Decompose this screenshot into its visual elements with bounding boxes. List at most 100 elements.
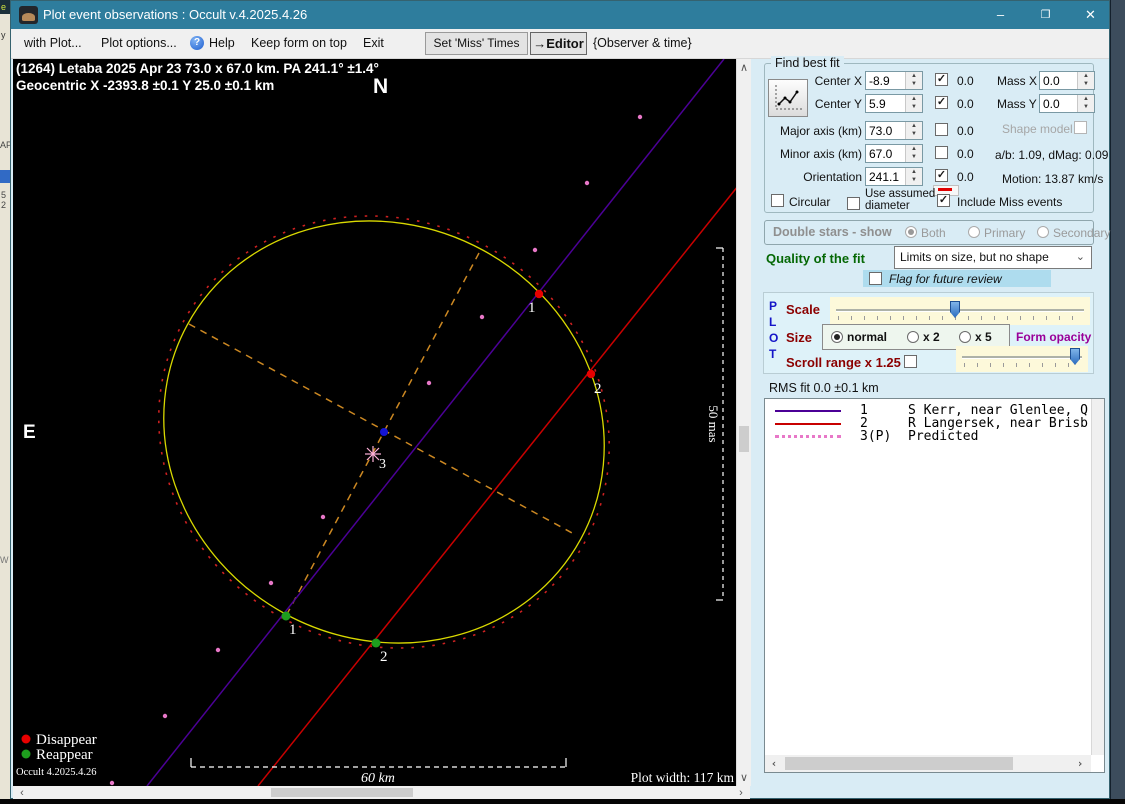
size-x5-radio[interactable] bbox=[959, 331, 971, 343]
mass-x-label: Mass X bbox=[997, 74, 1037, 88]
ab-dmag-label: a/b: 1.09, dMag: 0.09 bbox=[995, 148, 1108, 162]
menu-exit[interactable]: Exit bbox=[363, 36, 384, 50]
shape-model-checkbox[interactable] bbox=[1074, 121, 1087, 134]
center-x-fix-checkbox[interactable]: ✓ bbox=[935, 73, 948, 86]
minor-axis-updown[interactable]: ▲▼ bbox=[905, 145, 922, 162]
size-x2-label: x 2 bbox=[923, 330, 940, 344]
center-y-updown[interactable]: ▲▼ bbox=[905, 95, 922, 112]
size-label: Size bbox=[786, 330, 812, 345]
plot-title-line2: Geocentric X -2393.8 ±0.1 Y 25.0 ±0.1 km bbox=[16, 78, 274, 93]
quality-value: Limits on size, but no shape bbox=[900, 250, 1049, 264]
scroll-right-arrow[interactable]: › bbox=[734, 786, 748, 800]
titlebar: Plot event observations : Occult v.4.202… bbox=[11, 1, 1109, 29]
reappear-marker-2 bbox=[372, 639, 381, 648]
center-x-label: Center X bbox=[767, 74, 862, 88]
include-miss-checkbox[interactable]: ✓ bbox=[937, 194, 950, 207]
list-scroll-left-arrow[interactable]: ‹ bbox=[767, 757, 781, 771]
center-y-fix-checkbox[interactable]: ✓ bbox=[935, 96, 948, 109]
menubar: with Plot... Plot options... ? Help Keep… bbox=[11, 29, 1109, 59]
center-y-input[interactable] bbox=[866, 95, 909, 112]
quality-label: Quality of the fit bbox=[766, 251, 865, 266]
set-miss-times-button[interactable]: Set 'Miss' Times bbox=[425, 32, 528, 55]
orientation-input[interactable] bbox=[866, 168, 909, 185]
mass-x-spinner[interactable]: ▲▼ bbox=[1039, 71, 1095, 90]
menu-keep-on-top[interactable]: Keep form on top bbox=[251, 36, 347, 50]
orientation-fix-checkbox[interactable]: ✓ bbox=[935, 169, 948, 182]
mass-x-input[interactable] bbox=[1040, 72, 1081, 89]
occultation-plot[interactable]: 3 1 2 1 2 (1264) Letaba 2025 Apr 23 73.0… bbox=[13, 59, 736, 786]
maximize-button[interactable]: ❐ bbox=[1023, 1, 1068, 29]
scroll-left-arrow[interactable]: ‹ bbox=[15, 786, 29, 800]
quality-dropdown[interactable]: Limits on size, but no shape ⌄ bbox=[894, 246, 1092, 269]
observations-listbox[interactable]: 1 S Kerr, near Glenlee, Q 2 R Langersek,… bbox=[764, 398, 1105, 773]
scroll-up-arrow[interactable]: ∧ bbox=[737, 61, 751, 75]
plot-width-label: Plot width: 117 km bbox=[631, 770, 735, 785]
menu-with-plot[interactable]: with Plot... bbox=[24, 36, 82, 50]
window-title: Plot event observations : Occult v.4.202… bbox=[43, 7, 307, 22]
plot-hscroll-thumb[interactable] bbox=[271, 788, 413, 797]
minimize-button[interactable]: – bbox=[978, 1, 1023, 29]
disappear-marker-2-label: 2 bbox=[594, 381, 602, 397]
flag-review-label: Flag for future review bbox=[889, 272, 1002, 286]
desktop: e y AP 52 W Plot event observations : Oc… bbox=[0, 0, 1125, 804]
orientation-spinner[interactable]: ▲▼ bbox=[865, 167, 923, 186]
major-axis-spinner[interactable]: ▲▼ bbox=[865, 121, 923, 140]
plot-vscroll-thumb[interactable] bbox=[739, 426, 749, 452]
minor-axis-spinner[interactable]: ▲▼ bbox=[865, 144, 923, 163]
center-x-spinner[interactable]: ▲▼ bbox=[865, 71, 923, 90]
motion-label: Motion: 13.87 km/s bbox=[1002, 172, 1103, 186]
size-normal-radio[interactable] bbox=[831, 331, 843, 343]
mass-x-updown[interactable]: ▲▼ bbox=[1077, 72, 1094, 89]
list-vscrollbar[interactable] bbox=[1091, 399, 1105, 755]
double-both-radio[interactable] bbox=[905, 226, 917, 238]
app-window: Plot event observations : Occult v.4.202… bbox=[10, 0, 1110, 799]
form-opacity-label: Form opacity bbox=[1016, 330, 1091, 344]
double-secondary-label: Secondary bbox=[1053, 226, 1110, 240]
reappear-legend-dot bbox=[22, 750, 31, 759]
major-axis-input[interactable] bbox=[866, 122, 909, 139]
rms-fit-label: RMS fit 0.0 ±0.1 km bbox=[769, 381, 879, 395]
list-hscrollbar[interactable]: ‹ › bbox=[765, 755, 1091, 772]
size-x2-radio[interactable] bbox=[907, 331, 919, 343]
form-opacity-slider[interactable] bbox=[956, 346, 1088, 372]
minor-axis-input[interactable] bbox=[866, 145, 909, 162]
editor-button[interactable]: →Editor bbox=[530, 32, 587, 55]
double-primary-radio[interactable] bbox=[968, 226, 980, 238]
disappear-legend-dot bbox=[22, 735, 31, 744]
plot-title-line1: (1264) Letaba 2025 Apr 23 73.0 x 67.0 km… bbox=[16, 61, 379, 76]
center-x-updown[interactable]: ▲▼ bbox=[905, 72, 922, 89]
minor-axis-fix-checkbox[interactable] bbox=[935, 146, 948, 159]
observer-time-label: {Observer & time} bbox=[593, 36, 692, 50]
list-hscroll-thumb[interactable] bbox=[785, 757, 1013, 770]
double-secondary-radio[interactable] bbox=[1037, 226, 1049, 238]
include-miss-label: Include Miss events bbox=[957, 195, 1062, 209]
orientation-updown[interactable]: ▲▼ bbox=[905, 168, 922, 185]
flag-review-checkbox[interactable] bbox=[869, 272, 882, 285]
plot-vscrollbar[interactable]: ∧ ∨ bbox=[736, 59, 751, 786]
plot-hscrollbar[interactable]: ‹ › bbox=[13, 786, 750, 799]
reappear-marker-1-label: 1 bbox=[289, 622, 297, 638]
scale-slider[interactable] bbox=[830, 297, 1090, 325]
menu-plot-options[interactable]: Plot options... bbox=[101, 36, 177, 50]
center-x-input[interactable] bbox=[866, 72, 909, 89]
mass-y-updown[interactable]: ▲▼ bbox=[1077, 95, 1094, 112]
double-stars-title: Double stars - show bbox=[773, 225, 892, 239]
mass-y-spinner[interactable]: ▲▼ bbox=[1039, 94, 1095, 113]
predicted-swatch bbox=[775, 435, 841, 438]
help-icon[interactable]: ? bbox=[190, 36, 204, 50]
close-button[interactable]: ✕ bbox=[1068, 1, 1113, 29]
flag-review-row: Flag for future review bbox=[863, 270, 1051, 287]
center-y-spinner[interactable]: ▲▼ bbox=[865, 94, 923, 113]
reappear-marker-2-label: 2 bbox=[380, 649, 388, 665]
plot-letter-t: T bbox=[769, 347, 776, 361]
scroll-down-arrow[interactable]: ∨ bbox=[737, 771, 751, 785]
major-axis-fix-checkbox[interactable] bbox=[935, 123, 948, 136]
menu-help[interactable]: Help bbox=[209, 36, 235, 50]
circular-checkbox[interactable] bbox=[771, 194, 784, 207]
scroll-range-checkbox[interactable] bbox=[904, 355, 917, 368]
list-scroll-right-arrow[interactable]: › bbox=[1073, 757, 1087, 771]
use-assumed-checkbox[interactable] bbox=[847, 197, 860, 210]
plot-letter-o: O bbox=[769, 331, 778, 345]
mass-y-input[interactable] bbox=[1040, 95, 1081, 112]
major-axis-updown[interactable]: ▲▼ bbox=[905, 122, 922, 139]
